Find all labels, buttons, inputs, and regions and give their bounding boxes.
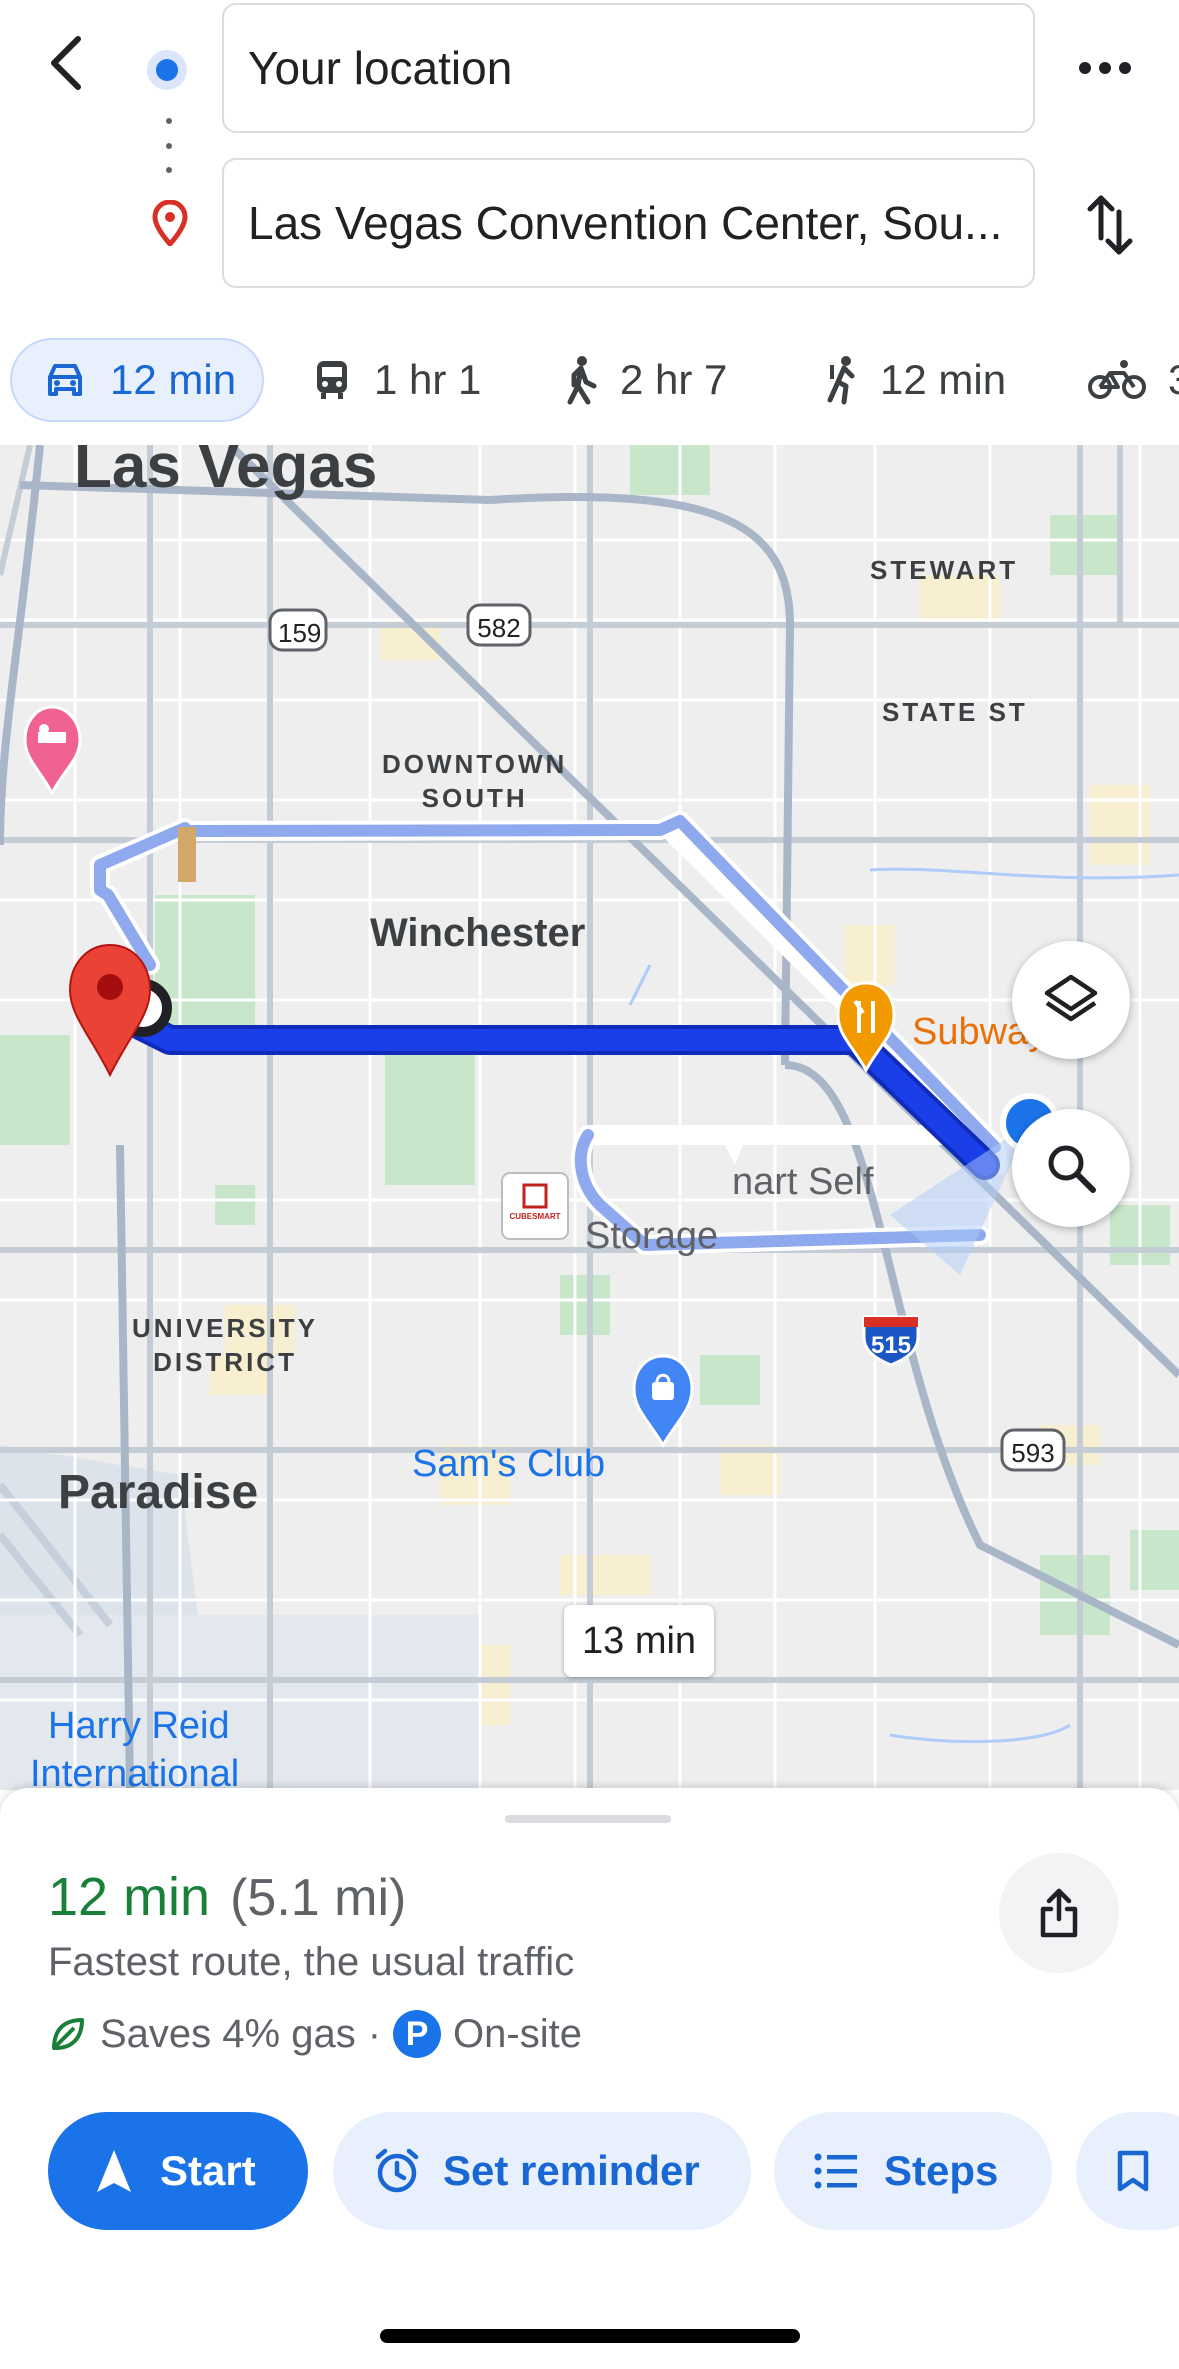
route-summary-sheet: 12 min (5.1 mi) Fastest route, the usual… [0, 1788, 1179, 2369]
map-label-university-district: UNIVERSITY DISTRICT [132, 1313, 319, 1377]
save-button[interactable] [1076, 2112, 1179, 2230]
mode-tab-label: 12 min [880, 356, 1007, 403]
map-label-las-vegas: Las Vegas [74, 445, 378, 501]
mode-tab-label: 2 hr 7 [620, 356, 728, 403]
interstate-shield-515: 515 [870, 1332, 912, 1359]
more-options-button[interactable] [1075, 38, 1135, 98]
car-icon [48, 364, 82, 396]
mode-tab-drive[interactable]: 12 min [10, 338, 264, 422]
alt-route-eta-label: 13 min [582, 1619, 697, 1662]
set-reminder-label: Set reminder [443, 2147, 700, 2194]
list-icon [814, 2153, 857, 2189]
separator: · [367, 2011, 382, 2056]
origin-dot-icon [147, 50, 187, 90]
map-label-international[interactable]: International [30, 1753, 239, 1790]
travel-mode-tabs: 12 min 1 hr 1 2 hr 7 12 min 3 [0, 338, 1179, 438]
eta-summary: 12 min (5.1 mi) [48, 1866, 406, 1928]
mode-tab-rideshare[interactable]: 12 min [822, 338, 1006, 422]
layers-button[interactable] [1012, 941, 1130, 1059]
route-description: Fastest route, the usual traffic [48, 1940, 575, 1984]
leaf-icon [52, 2018, 84, 2050]
map-label-paradise: Paradise [58, 1466, 259, 1519]
steps-label: Steps [884, 2147, 999, 2194]
map-label-smart-self[interactable]: nart Self [732, 1161, 874, 1204]
route-connector-icon [166, 118, 172, 173]
origin-input[interactable]: Your location [222, 3, 1035, 133]
destination-pin-icon [152, 199, 188, 251]
start-label: Start [160, 2147, 256, 2194]
route-shield-593: 593 [1011, 1438, 1055, 1468]
start-button[interactable]: Start [48, 2112, 308, 2230]
transit-icon [317, 361, 347, 399]
route-shield-159: 159 [278, 618, 322, 648]
search-map-button[interactable] [1012, 1109, 1130, 1227]
bike-icon [1088, 360, 1146, 399]
parking-info: On-site [453, 2011, 582, 2056]
back-arrow-icon [51, 36, 81, 90]
search-icon [1048, 1145, 1096, 1193]
home-indicator[interactable] [380, 2329, 800, 2343]
swap-vertical-icon [1087, 195, 1133, 255]
swap-button[interactable] [1080, 190, 1140, 260]
back-button[interactable] [38, 28, 94, 98]
route-actions: Start Set reminder Steps [0, 2112, 1179, 2232]
map-label-stewart: STEWART [870, 555, 1019, 585]
map-label-downtown-south: DOWNTOWN SOUTH [382, 749, 568, 813]
steps-button[interactable]: Steps [774, 2112, 1052, 2230]
map-label-sams-club[interactable]: Sam's Club [412, 1443, 605, 1486]
map-label-winchester: Winchester [370, 911, 586, 955]
route-shield-582: 582 [477, 613, 521, 643]
eta-distance: (5.1 mi) [230, 1869, 407, 1927]
mode-tab-label: 1 hr 1 [374, 356, 482, 403]
destination-input[interactable]: Las Vegas Convention Center, Sou... [222, 158, 1035, 288]
map-label-storage[interactable]: Storage [585, 1215, 718, 1258]
map-label-harry-reid[interactable]: Harry Reid [48, 1705, 230, 1748]
directions-header: Your location Las Vegas Convention Cente… [0, 0, 1179, 445]
mode-tab-label: 3 [1168, 356, 1179, 404]
walk-icon [567, 356, 597, 405]
set-reminder-button[interactable]: Set reminder [333, 2112, 751, 2230]
map-view[interactable]: Las Vegas STEWART STATE ST DOWNTOWN SOUT… [0, 445, 1179, 1790]
bookmark-icon [1117, 2150, 1149, 2192]
eta-time: 12 min [48, 1867, 211, 1927]
cubesmart-logo: CUBESMART [509, 1212, 561, 1221]
sheet-drag-handle[interactable] [505, 1815, 671, 1823]
share-icon [1040, 1888, 1078, 1938]
map-base [0, 445, 1179, 1790]
rideshare-icon [827, 356, 855, 405]
navigation-icon [97, 2150, 131, 2192]
mode-tab-label: 12 min [110, 356, 237, 403]
mode-tab-transit[interactable]: 1 hr 1 [312, 338, 481, 422]
alarm-clock-icon [375, 2148, 419, 2193]
map-label-state-st: STATE ST [882, 697, 1028, 727]
share-button[interactable] [999, 1853, 1119, 1973]
mode-tab-walk[interactable]: 2 hr 7 [562, 338, 727, 422]
parking-icon: P [393, 2010, 442, 2058]
more-horizontal-icon [1079, 62, 1131, 74]
mode-tab-bike[interactable]: 3 [1088, 338, 1179, 422]
route-info-line: Saves 4% gas · P On-site [48, 2010, 582, 2058]
gas-savings: Saves 4% gas [100, 2011, 356, 2056]
alt-route-eta-bubble[interactable]: 13 min [564, 1605, 715, 1677]
layers-icon [1044, 974, 1098, 1022]
